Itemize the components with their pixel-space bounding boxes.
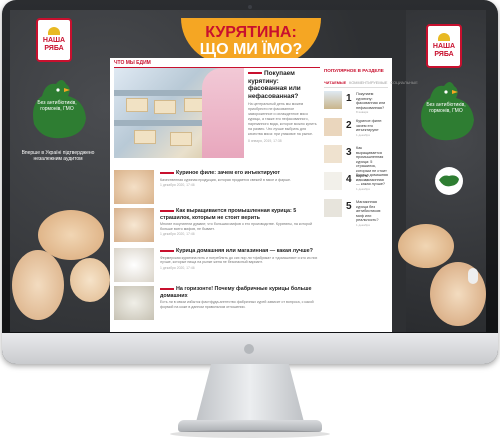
sidebar-tabs: ЧИТАЕМЫЕ КОММЕНТИРУЕМЫЕ СОЦИАЛЬНЫЕ — [324, 81, 418, 88]
logo-text-line2: РЯБА — [44, 45, 64, 52]
title-marker — [160, 171, 174, 174]
popular-title[interactable]: Магазинная курица без антибиотиков: миф … — [356, 200, 388, 228]
banner-line1: КУРЯТИНА: — [205, 24, 297, 41]
article-date: 1 декабря 2020, 17:46 — [160, 265, 195, 270]
chicken-drumstick-right-image — [398, 224, 454, 268]
popular-sidebar: ПОПУЛЯРНОЕ В РАЗДЕЛЕ ЧИТАЕМЫЕ КОММЕНТИРУ… — [324, 68, 418, 227]
popular-item[interactable]: 5 Магазинная курица без антибиотиков: ми… — [324, 199, 388, 227]
popular-title[interactable]: Покупаем курятину: фасованная или нефасо… — [356, 92, 388, 115]
monitor-stand — [196, 364, 304, 422]
article-date: 1 декабря 2020, 17:46 — [160, 183, 195, 188]
tab-read[interactable]: ЧИТАЕМЫЕ — [324, 81, 346, 85]
article-item[interactable]: Курица домашняя или магазинная — какая л… — [114, 248, 320, 284]
popular-rank: 3 — [346, 147, 352, 158]
popular-item[interactable]: 1 Покупаем курятину: фасованная или нефа… — [324, 91, 388, 115]
imac-mockup: НАША РЯБА НАША РЯБА Без антибіотиків, го… — [0, 0, 500, 444]
article-thumbnail[interactable] — [114, 208, 154, 242]
logo-text-line1: НАША — [42, 37, 66, 44]
shopper-figure — [202, 68, 244, 158]
article-title[interactable]: Куриное филе: зачем его инъектируют — [160, 170, 320, 177]
title-marker — [160, 249, 174, 252]
title-marker — [248, 72, 262, 75]
popular-rank: 2 — [346, 120, 352, 131]
title-marker — [160, 287, 174, 290]
popular-rank: 1 — [346, 93, 352, 104]
article-desc: Фермерская курятина пить и потреблять до… — [160, 255, 318, 265]
popular-rank: 5 — [346, 201, 352, 212]
title-marker — [160, 209, 174, 212]
brand-logo-left[interactable]: НАША РЯБА — [36, 18, 72, 62]
article-date: 1 декабря 2020, 17:46 — [160, 232, 195, 237]
sidebar-title: ПОПУЛЯРНОЕ В РАЗДЕЛЕ — [324, 68, 384, 73]
featured-article-date: 8 января, 2019, 17:38 — [248, 139, 282, 143]
article-title[interactable]: На горизонте! Почему фабричные курицы бо… — [160, 286, 320, 299]
popular-rank: 4 — [346, 174, 352, 185]
article-item[interactable]: Куриное филе: зачем его инъектируют Каче… — [114, 170, 320, 206]
popular-thumbnail[interactable] — [324, 199, 342, 217]
brand-dot-icon — [244, 344, 254, 354]
article-desc: Многие покупатели думают, что большая ми… — [160, 222, 312, 231]
logo-sun-icon — [438, 33, 450, 41]
article-thumbnail[interactable] — [114, 248, 154, 282]
popular-thumbnail[interactable] — [324, 91, 342, 109]
chicken-thigh-image — [70, 258, 110, 302]
salt-shaker-image — [468, 268, 478, 284]
section-title: ЧТО МЫ ЕДИМ — [114, 60, 151, 66]
popular-thumbnail[interactable] — [324, 118, 342, 136]
hen-badge-text-left: Без антибіотиків, гормонів, ГМО — [37, 100, 77, 112]
meat-pack — [126, 98, 148, 112]
popular-thumbnail[interactable] — [324, 172, 342, 190]
featured-article-image[interactable] — [114, 68, 244, 158]
tab-commented[interactable]: КОММЕНТИРУЕМЫЕ — [349, 81, 387, 85]
chicken-leg-image — [12, 250, 64, 320]
logo-text-line1: НАША — [432, 43, 456, 50]
screen: НАША РЯБА НАША РЯБА Без антибіотиків, го… — [10, 10, 486, 332]
popular-item[interactable]: 4 Курица домашняя или магазинная — какая… — [324, 172, 388, 196]
popular-title[interactable]: Курица домашняя или магазинная — какая л… — [356, 173, 388, 191]
hen-badge-text-right: Без антибіотиків, гормонів, ГМО — [426, 102, 466, 114]
article-thumbnail[interactable] — [114, 170, 154, 204]
brand-logo-right[interactable]: НАША РЯБА — [426, 24, 462, 68]
meat-pack — [134, 130, 156, 144]
article-page: ЧТО МЫ ЕДИМ Покупаем курятину: фасованна… — [110, 58, 418, 332]
popular-title[interactable]: Куриное филе: зачем его инъектируют 1 дек… — [356, 119, 388, 137]
article-title[interactable]: Курица домашняя или магазинная — какая л… — [160, 248, 320, 255]
article-title[interactable]: Как выращивается промышленная курица: 5 … — [160, 208, 320, 221]
logo-text-line2: РЯБА — [434, 51, 454, 58]
popular-item[interactable]: 2 Куриное филе: зачем его инъектируют 1 д… — [324, 118, 388, 142]
audit-note: Вперше в Україні підтверджено незалежним… — [21, 150, 95, 162]
popular-item[interactable]: 3 Как выращивается промышленная курица: … — [324, 145, 388, 182]
meat-pack — [170, 132, 192, 146]
logo-sun-icon — [48, 27, 60, 35]
banner-line2: ЩО МИ ЇМО? — [199, 41, 303, 58]
article-thumbnail[interactable] — [114, 286, 154, 320]
stand-shadow — [170, 430, 330, 438]
featured-article[interactable]: Покупаем курятину: фасованная или нефасо… — [248, 70, 318, 143]
popular-thumbnail[interactable] — [324, 145, 342, 163]
ukraine-map-icon — [435, 167, 463, 195]
article-item[interactable]: На горизонте! Почему фабричные курицы бо… — [114, 286, 320, 322]
camera-dot — [248, 5, 252, 9]
meat-pack — [154, 100, 176, 114]
featured-article-desc: На центральный день мы можем приобрести … — [248, 102, 317, 136]
article-item[interactable]: Как выращивается промышленная курица: 5 … — [114, 208, 320, 244]
tab-social[interactable]: СОЦИАЛЬНЫЕ — [390, 81, 417, 85]
featured-article-title[interactable]: Покупаем курятину: фасованная или нефасо… — [248, 70, 318, 100]
article-desc: Есть ли в связи избыток фастфуда-агентст… — [160, 300, 314, 309]
article-desc: Качественная куриная продукция, которая … — [160, 177, 292, 182]
